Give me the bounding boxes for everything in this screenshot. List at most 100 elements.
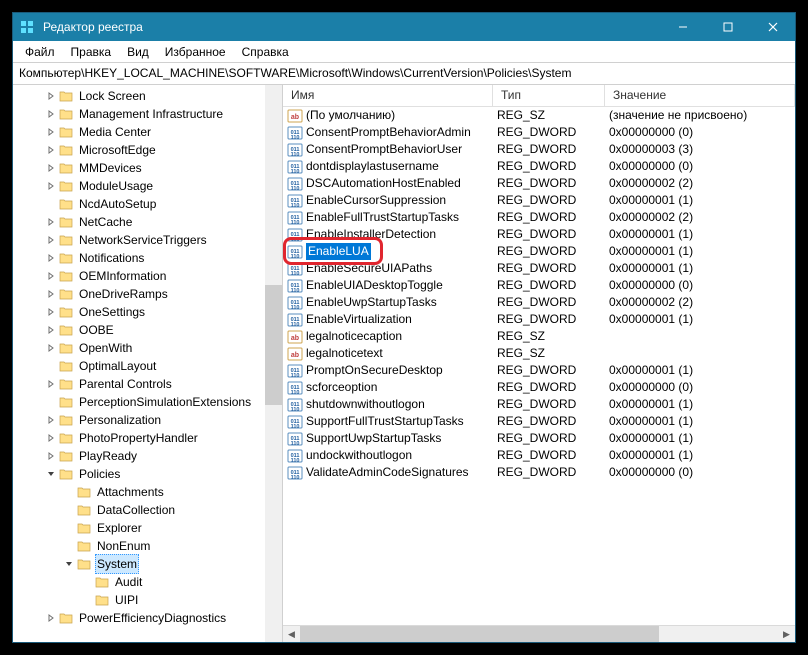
tree-label[interactable]: OpenWith (77, 339, 134, 357)
tree-node[interactable]: OptimalLayout (17, 357, 282, 375)
list-hscrollbar[interactable]: ◀ ▶ (283, 625, 795, 642)
tree-toggle[interactable] (45, 414, 57, 426)
tree-toggle[interactable] (45, 306, 57, 318)
tree-toggle[interactable] (63, 486, 75, 498)
tree-label[interactable]: OOBE (77, 321, 116, 339)
tree-node[interactable]: MicrosoftEdge (17, 141, 282, 159)
value-row[interactable]: 011110EnableUIADesktopToggleREG_DWORD0x0… (283, 277, 795, 294)
value-row[interactable]: 011110SupportUwpStartupTasksREG_DWORD0x0… (283, 430, 795, 447)
tree-node[interactable]: NcdAutoSetup (17, 195, 282, 213)
tree-toggle[interactable] (45, 180, 57, 192)
menu-edit[interactable]: Правка (63, 43, 120, 61)
tree-node[interactable]: Policies (17, 465, 282, 483)
title-bar[interactable]: Редактор реестра (13, 13, 795, 41)
value-row[interactable]: ablegalnoticetextREG_SZ (283, 345, 795, 362)
tree-toggle[interactable] (63, 504, 75, 516)
tree-label[interactable]: PerceptionSimulationExtensions (77, 393, 253, 411)
tree-scrollbar[interactable] (265, 85, 282, 642)
tree-toggle[interactable] (45, 378, 57, 390)
tree-node[interactable]: NetworkServiceTriggers (17, 231, 282, 249)
tree-label[interactable]: MicrosoftEdge (77, 141, 158, 159)
tree-label[interactable]: Management Infrastructure (77, 105, 225, 123)
value-row[interactable]: ab(По умолчанию)REG_SZ(значение не присв… (283, 107, 795, 124)
value-row[interactable]: 011110EnableLUAREG_DWORD0x00000001 (1) (283, 243, 795, 260)
tree-toggle[interactable] (81, 594, 93, 606)
menu-help[interactable]: Справка (234, 43, 297, 61)
value-row[interactable]: 011110EnableUwpStartupTasksREG_DWORD0x00… (283, 294, 795, 311)
tree-label[interactable]: UIPI (113, 591, 140, 609)
tree-node[interactable]: Personalization (17, 411, 282, 429)
tree-label[interactable]: Media Center (77, 123, 153, 141)
tree-label[interactable]: Explorer (95, 519, 144, 537)
tree-node[interactable]: NonEnum (17, 537, 282, 555)
value-row[interactable]: 011110dontdisplaylastusernameREG_DWORD0x… (283, 158, 795, 175)
value-row[interactable]: 011110ConsentPromptBehaviorAdminREG_DWOR… (283, 124, 795, 141)
tree-label[interactable]: Policies (77, 465, 122, 483)
tree-label[interactable]: ModuleUsage (77, 177, 155, 195)
tree-label[interactable]: OneSettings (77, 303, 147, 321)
tree-toggle[interactable] (45, 90, 57, 102)
menu-view[interactable]: Вид (119, 43, 157, 61)
header-name[interactable]: Имя (283, 85, 493, 106)
value-row[interactable]: 011110ValidateAdminCodeSignaturesREG_DWO… (283, 464, 795, 481)
value-row[interactable]: 011110DSCAutomationHostEnabledREG_DWORD0… (283, 175, 795, 192)
value-row[interactable]: 011110EnableCursorSuppressionREG_DWORD0x… (283, 192, 795, 209)
tree-node[interactable]: NetCache (17, 213, 282, 231)
tree-label[interactable]: Parental Controls (77, 375, 174, 393)
tree-toggle[interactable] (45, 450, 57, 462)
tree-label[interactable]: Attachments (95, 483, 166, 501)
tree-label[interactable]: PhotoPropertyHandler (77, 429, 200, 447)
tree-node[interactable]: System (17, 555, 282, 573)
tree-node[interactable]: Audit (17, 573, 282, 591)
hscroll-thumb[interactable] (300, 626, 659, 642)
tree-toggle[interactable] (45, 270, 57, 282)
tree-toggle[interactable] (81, 576, 93, 588)
header-type[interactable]: Тип (493, 85, 605, 106)
value-row[interactable]: 011110SupportFullTrustStartupTasksREG_DW… (283, 413, 795, 430)
tree-pane[interactable]: Lock ScreenManagement InfrastructureMedi… (13, 85, 283, 642)
close-button[interactable] (750, 13, 795, 41)
tree-node[interactable]: Parental Controls (17, 375, 282, 393)
value-row[interactable]: 011110undockwithoutlogonREG_DWORD0x00000… (283, 447, 795, 464)
value-row[interactable]: 011110PromptOnSecureDesktopREG_DWORD0x00… (283, 362, 795, 379)
tree-node[interactable]: MMDevices (17, 159, 282, 177)
tree-toggle[interactable] (45, 324, 57, 336)
tree-label[interactable]: OEMInformation (77, 267, 168, 285)
tree-label[interactable]: NonEnum (95, 537, 152, 555)
tree-node[interactable]: Notifications (17, 249, 282, 267)
minimize-button[interactable] (660, 13, 705, 41)
tree-node[interactable]: ModuleUsage (17, 177, 282, 195)
tree-node[interactable]: PhotoPropertyHandler (17, 429, 282, 447)
tree-label[interactable]: Notifications (77, 249, 146, 267)
tree-label[interactable]: Audit (113, 573, 144, 591)
tree-toggle[interactable] (45, 288, 57, 300)
value-row[interactable]: 011110shutdownwithoutlogonREG_DWORD0x000… (283, 396, 795, 413)
tree-label[interactable]: Lock Screen (77, 87, 148, 105)
tree-node[interactable]: Lock Screen (17, 87, 282, 105)
tree-label[interactable]: NetworkServiceTriggers (77, 231, 209, 249)
tree-node[interactable]: PerceptionSimulationExtensions (17, 393, 282, 411)
tree-toggle[interactable] (45, 432, 57, 444)
tree-toggle[interactable] (45, 396, 57, 408)
tree-toggle[interactable] (45, 162, 57, 174)
maximize-button[interactable] (705, 13, 750, 41)
address-bar[interactable]: Компьютер\HKEY_LOCAL_MACHINE\SOFTWARE\Mi… (13, 63, 795, 85)
tree-label[interactable]: DataCollection (95, 501, 177, 519)
tree-node[interactable]: OpenWith (17, 339, 282, 357)
tree-toggle[interactable] (45, 108, 57, 120)
tree-label[interactable]: Personalization (77, 411, 163, 429)
header-value[interactable]: Значение (605, 85, 795, 106)
tree-toggle[interactable] (45, 144, 57, 156)
menu-favorites[interactable]: Избранное (157, 43, 234, 61)
tree-node[interactable]: UIPI (17, 591, 282, 609)
value-row[interactable]: 011110EnableVirtualizationREG_DWORD0x000… (283, 311, 795, 328)
tree-label[interactable]: PlayReady (77, 447, 139, 465)
tree-node[interactable]: Media Center (17, 123, 282, 141)
tree-node[interactable]: OneDriveRamps (17, 285, 282, 303)
value-row[interactable]: 011110EnableFullTrustStartupTasksREG_DWO… (283, 209, 795, 226)
tree-label[interactable]: NcdAutoSetup (77, 195, 158, 213)
value-row[interactable]: 011110EnableInstallerDetectionREG_DWORD0… (283, 226, 795, 243)
tree-node[interactable]: OEMInformation (17, 267, 282, 285)
tree-node[interactable]: DataCollection (17, 501, 282, 519)
tree-toggle[interactable] (63, 540, 75, 552)
